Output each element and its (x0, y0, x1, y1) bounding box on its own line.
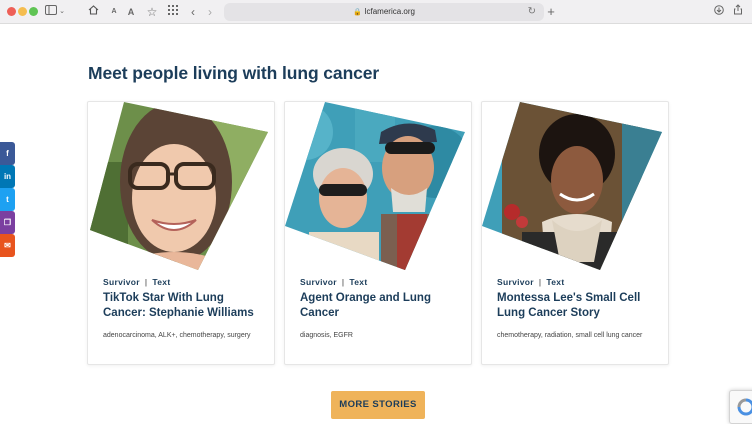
text-larger-icon[interactable]: A (125, 4, 137, 20)
home-icon[interactable] (86, 4, 100, 20)
lock-icon: 🔒 (353, 9, 362, 16)
new-tab-icon[interactable]: + (545, 4, 557, 20)
story-tags: chemotherapy, radiation, small cell lung… (497, 332, 643, 339)
twitter-icon[interactable]: t (0, 188, 15, 211)
story-photo (285, 102, 465, 270)
story-title[interactable]: Montessa Lee's Small Cell Lung Cancer St… (497, 291, 662, 321)
url-text: lcfamerica.org (364, 7, 415, 16)
close-window-button[interactable] (7, 7, 16, 16)
story-type: Text (152, 277, 171, 287)
story-card-stephanie-williams[interactable]: Survivor | Text TikTok Star With Lung Canc… (87, 101, 275, 365)
story-photo (482, 102, 662, 270)
zoom-window-button[interactable] (29, 7, 38, 16)
story-photo (90, 102, 268, 270)
text-smaller-icon[interactable]: A (108, 4, 120, 20)
story-type: Text (349, 277, 368, 287)
story-card-agent-orange[interactable]: Survivor | Text Agent Orange and Lung Canc… (284, 101, 472, 365)
facebook-icon[interactable]: f (0, 142, 15, 165)
copy-icon[interactable]: ❐ (0, 211, 15, 234)
story-title[interactable]: Agent Orange and Lung Cancer (300, 291, 465, 321)
story-category[interactable]: Survivor (103, 277, 140, 287)
story-meta: Survivor | Text (103, 277, 171, 287)
story-card-montessa-lee[interactable]: Survivor | Text Montessa Lee's Small Cell … (481, 101, 669, 365)
story-meta: Survivor | Text (497, 277, 565, 287)
story-category[interactable]: Survivor (497, 277, 534, 287)
back-icon[interactable]: ‹ (188, 4, 198, 20)
chevron-down-icon[interactable]: ⌄ (58, 4, 66, 20)
story-tags: diagnosis, EGFR (300, 332, 353, 339)
story-type: Text (546, 277, 565, 287)
story-category[interactable]: Survivor (300, 277, 337, 287)
recaptcha-icon (737, 398, 752, 416)
more-stories-button[interactable]: MORE STORIES (331, 391, 425, 419)
browser-toolbar: ⌄ A A ☆ ‹ › 🔒 lcfamerica.org ↻ + (0, 0, 752, 24)
recaptcha-badge[interactable] (729, 390, 752, 424)
bookmark-star-icon[interactable]: ☆ (145, 4, 159, 20)
grid-icon[interactable] (166, 4, 180, 20)
forward-icon[interactable]: › (205, 4, 215, 20)
section-heading: Meet people living with lung cancer (88, 63, 380, 83)
story-meta: Survivor | Text (300, 277, 368, 287)
story-tags: adenocarcinoma, ALK+, chemotherapy, surg… (103, 332, 251, 339)
linkedin-icon[interactable]: in (0, 165, 15, 188)
address-bar[interactable]: 🔒 lcfamerica.org ↻ (224, 3, 544, 21)
download-icon[interactable] (712, 4, 726, 20)
reload-icon[interactable]: ↻ (528, 3, 536, 21)
share-browser-icon[interactable] (731, 4, 745, 20)
email-icon[interactable]: ✉ (0, 234, 15, 257)
minimize-window-button[interactable] (18, 7, 27, 16)
story-title[interactable]: TikTok Star With Lung Cancer: Stephanie … (103, 291, 268, 321)
